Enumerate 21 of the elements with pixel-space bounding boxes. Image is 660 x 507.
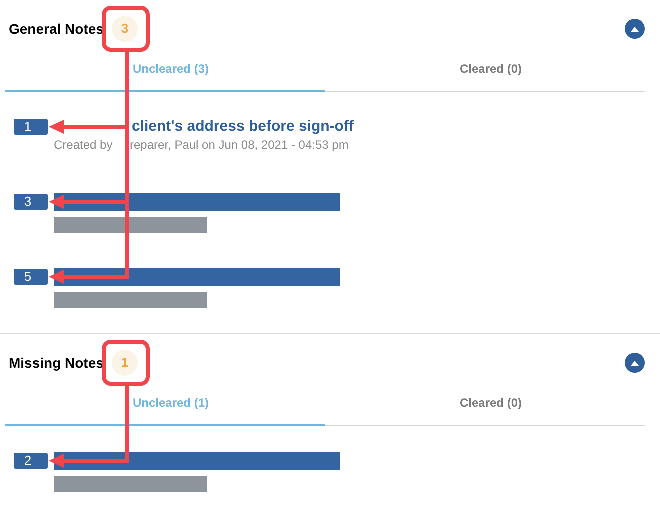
tab[interactable]: Cleared (0) [325,58,645,92]
callout-box [102,6,150,52]
collapse-button[interactable] [625,353,645,373]
note-meta: Created by [54,137,114,154]
section-title: General Notes [9,20,105,38]
count-badge: 3 [112,16,138,42]
number-tag: 5 [14,269,48,285]
number-tag: 2 [14,453,48,469]
callout-box [102,340,150,386]
caret-up-icon [631,26,639,32]
collapse-button[interactable] [625,19,645,39]
note-meta: reparer, Paul on Jun 08, 2021 - 04:53 pm [130,137,349,154]
tab[interactable]: Uncleared (3) [5,58,325,92]
number-tag: 1 [14,119,48,135]
count-badge: 1 [112,350,138,376]
tab[interactable]: Uncleared (1) [5,392,325,426]
number-tag: 3 [14,194,48,210]
caret-up-icon [631,360,639,366]
section-title: Missing Notes [9,354,105,373]
tab[interactable]: Cleared (0) [325,392,645,426]
note-title[interactable]: client's address before sign-off [54,118,354,136]
